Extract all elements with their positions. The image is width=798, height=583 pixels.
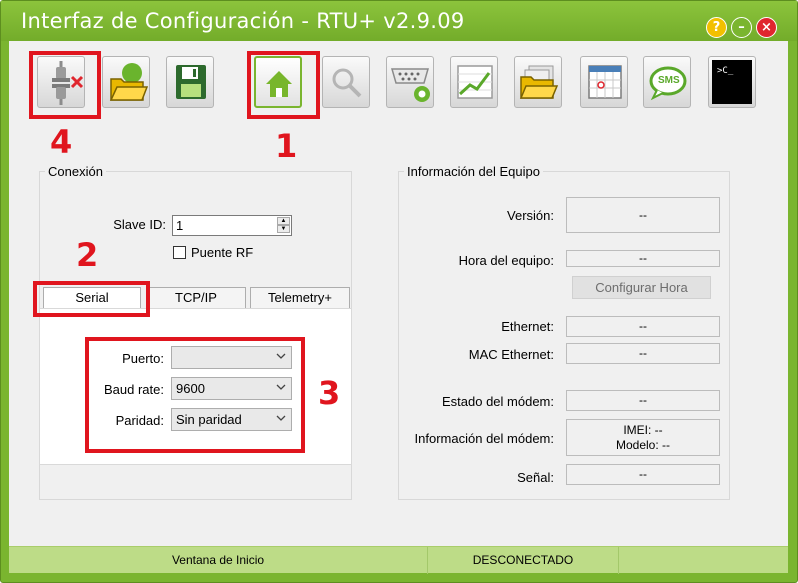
folders-icon — [519, 65, 559, 99]
annotation-box-1 — [247, 51, 320, 119]
sms-button[interactable]: SMS — [643, 56, 691, 108]
tab-telemetry[interactable]: Telemetry+ — [250, 287, 350, 309]
annotation-number-2: 2 — [76, 236, 99, 274]
port-settings-button[interactable] — [386, 56, 434, 108]
terminal-prompt: >C_ — [717, 66, 734, 76]
signal-field: -- — [566, 464, 720, 485]
search-button[interactable] — [322, 56, 370, 108]
version-label: Versión: — [507, 208, 554, 223]
modem-state-field: -- — [566, 390, 720, 411]
status-divider — [618, 547, 619, 574]
modem-info-label: Información del módem: — [414, 431, 554, 446]
annotation-box-3 — [85, 337, 305, 453]
calendar-icon — [588, 65, 622, 99]
rf-bridge-checkbox[interactable] — [173, 246, 186, 259]
device-time-label: Hora del equipo: — [458, 253, 554, 268]
version-field: -- — [566, 197, 720, 233]
device-time-field: -- — [566, 250, 720, 267]
status-connection: DESCONECTADO — [472, 553, 574, 567]
slave-id-stepper[interactable]: ▲ ▼ — [277, 217, 290, 234]
signal-label: Señal: — [517, 470, 554, 485]
chart-button[interactable] — [450, 56, 498, 108]
help-button[interactable]: ? — [706, 17, 727, 38]
mac-ethernet-field: -- — [566, 343, 720, 364]
status-view: Ventana de Inicio — [171, 553, 265, 567]
chart-icon — [457, 65, 493, 99]
annotation-number-1: 1 — [275, 127, 298, 165]
modem-state-label: Estado del módem: — [441, 394, 554, 409]
open-button[interactable] — [102, 56, 150, 108]
annotation-box-2 — [33, 281, 150, 317]
serial-port-settings-icon — [391, 68, 430, 102]
slave-id-input[interactable]: 1 ▲ ▼ — [172, 215, 292, 236]
folders-button[interactable] — [514, 56, 562, 108]
annotation-number-3: 3 — [318, 374, 341, 412]
ethernet-field: -- — [566, 316, 720, 337]
annotation-number-4: 4 — [50, 123, 73, 161]
search-icon — [332, 68, 362, 98]
connection-group-title: Conexión — [45, 164, 106, 179]
tab-tcpip[interactable]: TCP/IP — [146, 287, 246, 309]
rf-bridge-label: Puente RF — [191, 245, 254, 260]
modem-imei: IMEI: -- — [623, 423, 663, 437]
mac-ethernet-label: MAC Ethernet: — [468, 347, 554, 362]
close-button[interactable]: × — [756, 17, 777, 38]
title-bar: Interfaz de Configuración - RTU+ v2.9.09… — [1, 1, 797, 41]
stepper-up-icon[interactable]: ▲ — [277, 217, 290, 225]
terminal-button[interactable]: >C_ — [708, 56, 756, 108]
slave-id-value: 1 — [176, 218, 184, 233]
window-title: Interfaz de Configuración - RTU+ v2.9.09 — [21, 9, 465, 33]
slave-id-label: Slave ID: — [113, 217, 166, 232]
set-time-button[interactable]: Configurar Hora — [572, 276, 711, 299]
save-icon — [176, 65, 206, 99]
modem-model: Modelo: -- — [615, 438, 671, 452]
status-bar: Ventana de Inicio DESCONECTADO — [9, 546, 788, 574]
calendar-button[interactable] — [580, 56, 628, 108]
device-info-group-title: Información del Equipo — [404, 164, 543, 179]
minimize-button[interactable]: – — [731, 17, 752, 38]
stepper-down-icon[interactable]: ▼ — [277, 225, 290, 233]
open-folder-icon — [109, 63, 149, 101]
save-button[interactable] — [166, 56, 214, 108]
modem-info-field: IMEI: -- Modelo: -- — [566, 419, 720, 456]
annotation-box-4 — [29, 51, 101, 119]
sms-label: SMS — [658, 75, 680, 86]
ethernet-label: Ethernet: — [501, 319, 554, 334]
